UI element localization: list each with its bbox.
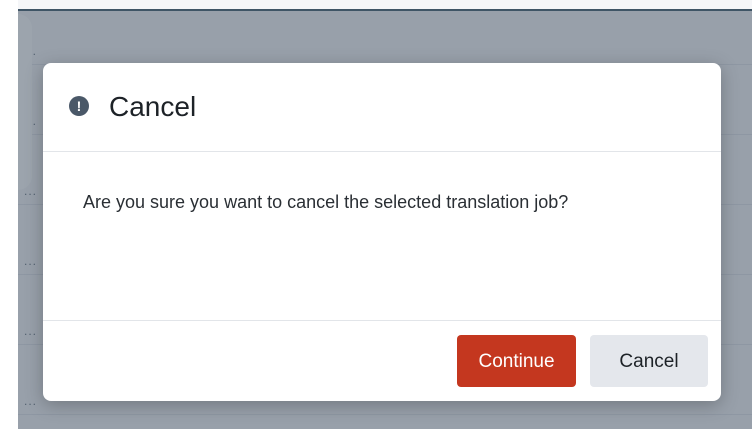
cancel-dialog: ! Cancel Are you sure you want to cancel… xyxy=(43,63,721,401)
dialog-header: ! Cancel xyxy=(43,63,721,152)
dialog-message: Are you sure you want to cancel the sele… xyxy=(83,192,569,212)
continue-button[interactable]: Continue xyxy=(457,335,576,387)
dialog-body: Are you sure you want to cancel the sele… xyxy=(43,152,721,321)
cancel-button[interactable]: Cancel xyxy=(590,335,708,387)
exclamation-circle-icon: ! xyxy=(69,96,89,116)
dialog-title: Cancel xyxy=(109,91,197,122)
